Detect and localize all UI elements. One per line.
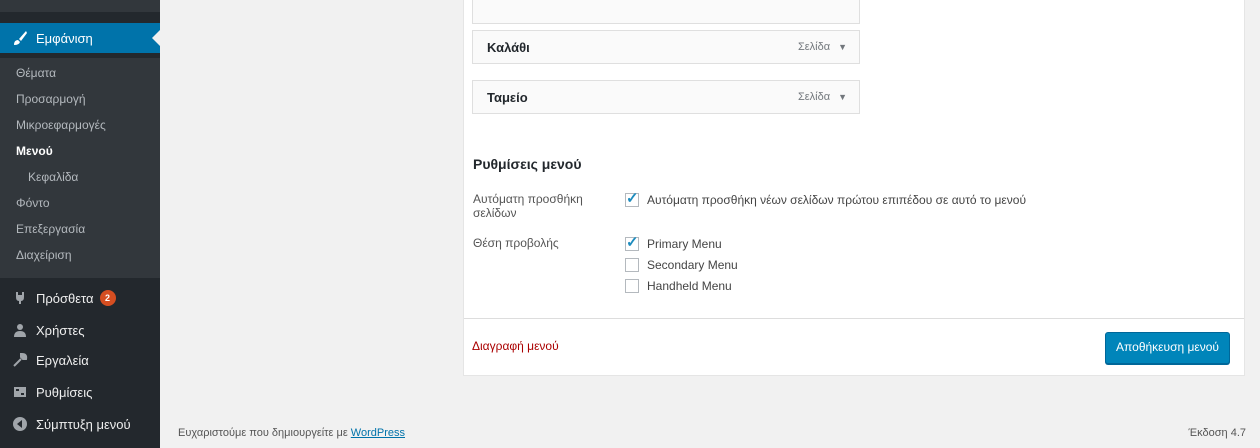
caret-down-icon[interactable]: ▼: [838, 92, 847, 102]
footer-thanks-text: Ευχαριστούμε που δημιουργείτε με: [178, 427, 348, 439]
sidebar-item-users[interactable]: Χρήστες: [0, 315, 160, 345]
sidebar-item-label: Χρήστες: [36, 322, 85, 338]
submenu-item-manage[interactable]: Διαχείριση: [16, 248, 72, 262]
menu-item-type: Σελίδα: [797, 91, 831, 103]
settings-icon: [10, 382, 30, 402]
sidebar-top-strip: [0, 0, 160, 12]
menu-actions-bar: Διαγραφή μενού Αποθήκευση μενού: [464, 318, 1244, 375]
sidebar-item-plugins[interactable]: Πρόσθετα 2: [0, 283, 160, 313]
menu-item-title: Καλάθι: [487, 39, 530, 55]
submenu-item-header[interactable]: Κεφαλίδα: [28, 170, 78, 184]
paintbrush-icon: [10, 28, 30, 48]
footer-thanks: Ευχαριστούμε που δημιουργείτε με WordPre…: [178, 427, 405, 439]
submenu-item-widgets[interactable]: Μικροεφαρμογές: [16, 118, 106, 132]
sidebar-item-tools[interactable]: Εργαλεία: [0, 345, 160, 375]
sidebar-item-collapse[interactable]: Σύμπτυξη μενού: [0, 409, 160, 439]
location-option[interactable]: Secondary Menu: [625, 258, 738, 272]
menu-item[interactable]: [472, 0, 860, 24]
wordpress-link[interactable]: WordPress: [351, 427, 405, 439]
menu-item-type: Σελίδα: [797, 41, 831, 53]
submenu-item-background[interactable]: Φόντο: [16, 196, 50, 210]
location-option-label: Secondary Menu: [647, 258, 738, 272]
submenu-item-editor[interactable]: Επεξεργασία: [16, 222, 85, 236]
auto-add-checkbox[interactable]: [625, 189, 639, 207]
location-checkbox-handheld[interactable]: [625, 279, 639, 293]
location-option[interactable]: Handheld Menu: [625, 279, 732, 293]
submenu-item-customize[interactable]: Προσαρμογή: [16, 92, 86, 106]
update-count-badge: 2: [99, 290, 116, 306]
auto-add-label: Αυτόματη προσθήκη σελίδων: [473, 192, 583, 220]
location-checkbox-primary[interactable]: [625, 233, 639, 251]
menu-item[interactable]: Ταμείο Σελίδα ▼: [472, 80, 860, 114]
auto-add-option[interactable]: Αυτόματη προσθήκη νέων σελίδων πρώτου επ…: [625, 189, 1027, 207]
location-option[interactable]: Primary Menu: [625, 233, 722, 251]
sidebar-item-label: Εμφάνιση: [36, 30, 93, 46]
footer-version: Έκδοση 4.7: [1188, 427, 1247, 439]
display-location-label: Θέση προβολής: [473, 236, 559, 250]
delete-menu-link[interactable]: Διαγραφή μενού: [472, 339, 559, 353]
sidebar-item-label: Πρόσθετα: [36, 290, 94, 306]
sidebar-item-label: Εργαλεία: [36, 352, 89, 368]
menu-item-title: Ταμείο: [487, 89, 528, 105]
admin-sidebar: Εμφάνιση Θέματα Προσαρμογή Μικροεφαρμογέ…: [0, 0, 160, 448]
submenu-item-menus[interactable]: Μενού: [16, 144, 53, 158]
active-indicator: [152, 30, 160, 46]
plugin-icon: [10, 288, 30, 308]
users-icon: [10, 320, 30, 340]
sidebar-item-appearance[interactable]: Εμφάνιση: [0, 23, 160, 53]
menu-settings-heading: Ρυθμίσεις μενού: [473, 156, 582, 172]
auto-add-option-label: Αυτόματη προσθήκη νέων σελίδων πρώτου επ…: [647, 193, 1027, 207]
collapse-icon: [10, 414, 30, 434]
menu-editor-panel: Καλάθι Σελίδα ▼ Ταμείο Σελίδα ▼ Ρυθμίσει…: [463, 0, 1245, 376]
sidebar-item-settings[interactable]: Ρυθμίσεις: [0, 377, 160, 407]
appearance-submenu: Θέματα Προσαρμογή Μικροεφαρμογές Μενού Κ…: [0, 58, 160, 278]
sidebar-item-label: Σύμπτυξη μενού: [36, 416, 131, 432]
location-option-label: Handheld Menu: [647, 279, 732, 293]
sidebar-item-label: Ρυθμίσεις: [36, 384, 93, 400]
caret-down-icon[interactable]: ▼: [838, 42, 847, 52]
wrench-icon: [10, 350, 30, 370]
submenu-item-themes[interactable]: Θέματα: [16, 66, 56, 80]
menu-item[interactable]: Καλάθι Σελίδα ▼: [472, 30, 860, 64]
location-checkbox-secondary[interactable]: [625, 258, 639, 272]
save-menu-button[interactable]: Αποθήκευση μενού: [1105, 332, 1230, 364]
location-option-label: Primary Menu: [647, 237, 722, 251]
